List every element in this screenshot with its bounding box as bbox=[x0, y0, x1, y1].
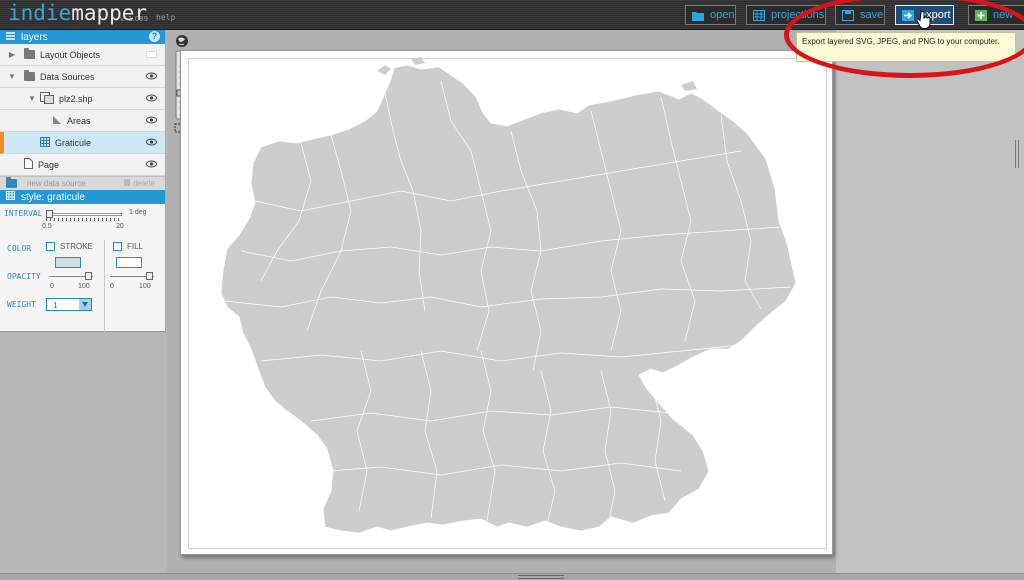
delete-button[interactable]: delete bbox=[124, 179, 155, 188]
eye-icon[interactable] bbox=[146, 94, 157, 102]
hand-cursor-icon bbox=[916, 11, 931, 32]
layer-row-data-sources[interactable]: ▼ Data Sources bbox=[0, 66, 165, 88]
layer-row-graticule[interactable]: Graticule bbox=[0, 132, 165, 154]
collapse-arrow-icon[interactable]: ▼ bbox=[28, 94, 36, 103]
layer-label: plz2.shp bbox=[59, 93, 93, 104]
weight-dropdown[interactable]: 1 bbox=[46, 298, 92, 311]
divider bbox=[104, 240, 105, 332]
interval-slider[interactable] bbox=[46, 210, 122, 222]
left-panel: layers ? ▶ Layout Objects ▼ Data Sources… bbox=[0, 30, 166, 332]
style-title: style: graticule bbox=[21, 191, 85, 203]
page-icon bbox=[24, 158, 33, 171]
island-shape bbox=[681, 81, 697, 91]
fill-opacity-max: 100 bbox=[139, 283, 151, 290]
vertical-resize-grip[interactable] bbox=[1015, 140, 1019, 168]
folder-icon bbox=[24, 70, 35, 81]
layer-row-page[interactable]: Page bbox=[0, 154, 165, 176]
right-gutter bbox=[836, 30, 1024, 575]
interval-value: 1 deg bbox=[129, 209, 147, 216]
collapse-arrow-icon[interactable]: ▼ bbox=[8, 72, 16, 81]
eye-icon[interactable] bbox=[146, 72, 157, 80]
layer-label: Data Sources bbox=[40, 71, 95, 82]
eye-icon[interactable] bbox=[146, 116, 157, 124]
delete-label: delete bbox=[133, 179, 155, 188]
layer-label: Layout Objects bbox=[40, 49, 101, 60]
area-polygon-icon bbox=[52, 115, 62, 127]
layers-title: layers bbox=[21, 31, 48, 43]
chevron-down-icon bbox=[79, 299, 91, 310]
stroke-label: STROKE bbox=[60, 242, 93, 251]
layer-row-areas[interactable]: Areas bbox=[0, 110, 165, 132]
expand-arrow-icon[interactable]: ▶ bbox=[8, 50, 16, 59]
layer-label: Areas bbox=[67, 115, 91, 126]
stroke-opacity-slider[interactable] bbox=[49, 272, 93, 282]
map-area-shape[interactable] bbox=[220, 64, 797, 534]
layer-row-plz2-shp[interactable]: ▼ plz2.shp bbox=[0, 88, 165, 110]
eye-icon[interactable] bbox=[146, 138, 157, 146]
layers-icon bbox=[6, 31, 15, 43]
layer-label: Page bbox=[38, 159, 60, 170]
layers-footer: new data source delete bbox=[0, 176, 165, 190]
stroke-checkbox[interactable] bbox=[46, 242, 55, 251]
island-shape bbox=[411, 57, 425, 65]
fill-color-swatch[interactable] bbox=[116, 257, 142, 268]
weight-value: 1 bbox=[53, 301, 58, 310]
horizontal-resize-grip[interactable] bbox=[518, 575, 564, 579]
interval-min: 0.5 bbox=[42, 223, 52, 230]
help-link[interactable]: help bbox=[156, 13, 175, 22]
open-button[interactable]: open bbox=[685, 5, 736, 25]
globe-icon[interactable] bbox=[176, 35, 188, 47]
open-label: open bbox=[710, 9, 735, 21]
new-folder-icon bbox=[6, 177, 17, 188]
logo-text-indie: indie bbox=[8, 1, 72, 25]
opacity-label: OPACITY bbox=[7, 272, 41, 281]
new-data-source-button[interactable]: new data source bbox=[27, 179, 86, 188]
stroke-color-swatch[interactable] bbox=[55, 257, 81, 268]
fill-opacity-slider[interactable] bbox=[110, 272, 154, 282]
layer-label: Graticule bbox=[55, 137, 92, 148]
visibility-toggle[interactable] bbox=[146, 51, 157, 58]
weight-label: WEIGHT bbox=[7, 300, 36, 309]
stroke-opacity-max: 100 bbox=[78, 283, 90, 290]
bottom-bar bbox=[0, 573, 1024, 580]
map-page[interactable] bbox=[180, 50, 833, 555]
layers-header: layers ? bbox=[0, 30, 165, 44]
fill-checkbox[interactable] bbox=[113, 242, 122, 251]
interval-max: 20 bbox=[116, 223, 124, 230]
version-label: v. 1.089 bbox=[120, 15, 149, 23]
folder-icon bbox=[24, 48, 35, 59]
fill-label: FILL bbox=[127, 242, 144, 251]
shapefile-icon bbox=[40, 91, 54, 106]
stroke-opacity-min: 0 bbox=[50, 283, 54, 290]
help-icon[interactable]: ? bbox=[149, 31, 160, 42]
fill-opacity-min: 0 bbox=[110, 283, 114, 290]
style-header: style: graticule bbox=[0, 190, 165, 204]
color-label: COLOR bbox=[7, 244, 32, 253]
interval-label: INTERVAL bbox=[4, 209, 43, 218]
graticule-icon bbox=[6, 191, 15, 203]
graticule-icon bbox=[40, 136, 50, 149]
grid-icon bbox=[753, 9, 765, 21]
layer-row-layout-objects[interactable]: ▶ Layout Objects bbox=[0, 44, 165, 66]
germany-postcode-map[interactable] bbox=[181, 51, 834, 556]
folder-icon bbox=[692, 10, 704, 21]
trash-icon bbox=[124, 179, 131, 186]
style-controls: INTERVAL 1 deg 0.5 20 COLOR STROKE FILL … bbox=[0, 204, 165, 336]
island-shape bbox=[377, 65, 391, 75]
eye-icon[interactable] bbox=[146, 160, 157, 168]
